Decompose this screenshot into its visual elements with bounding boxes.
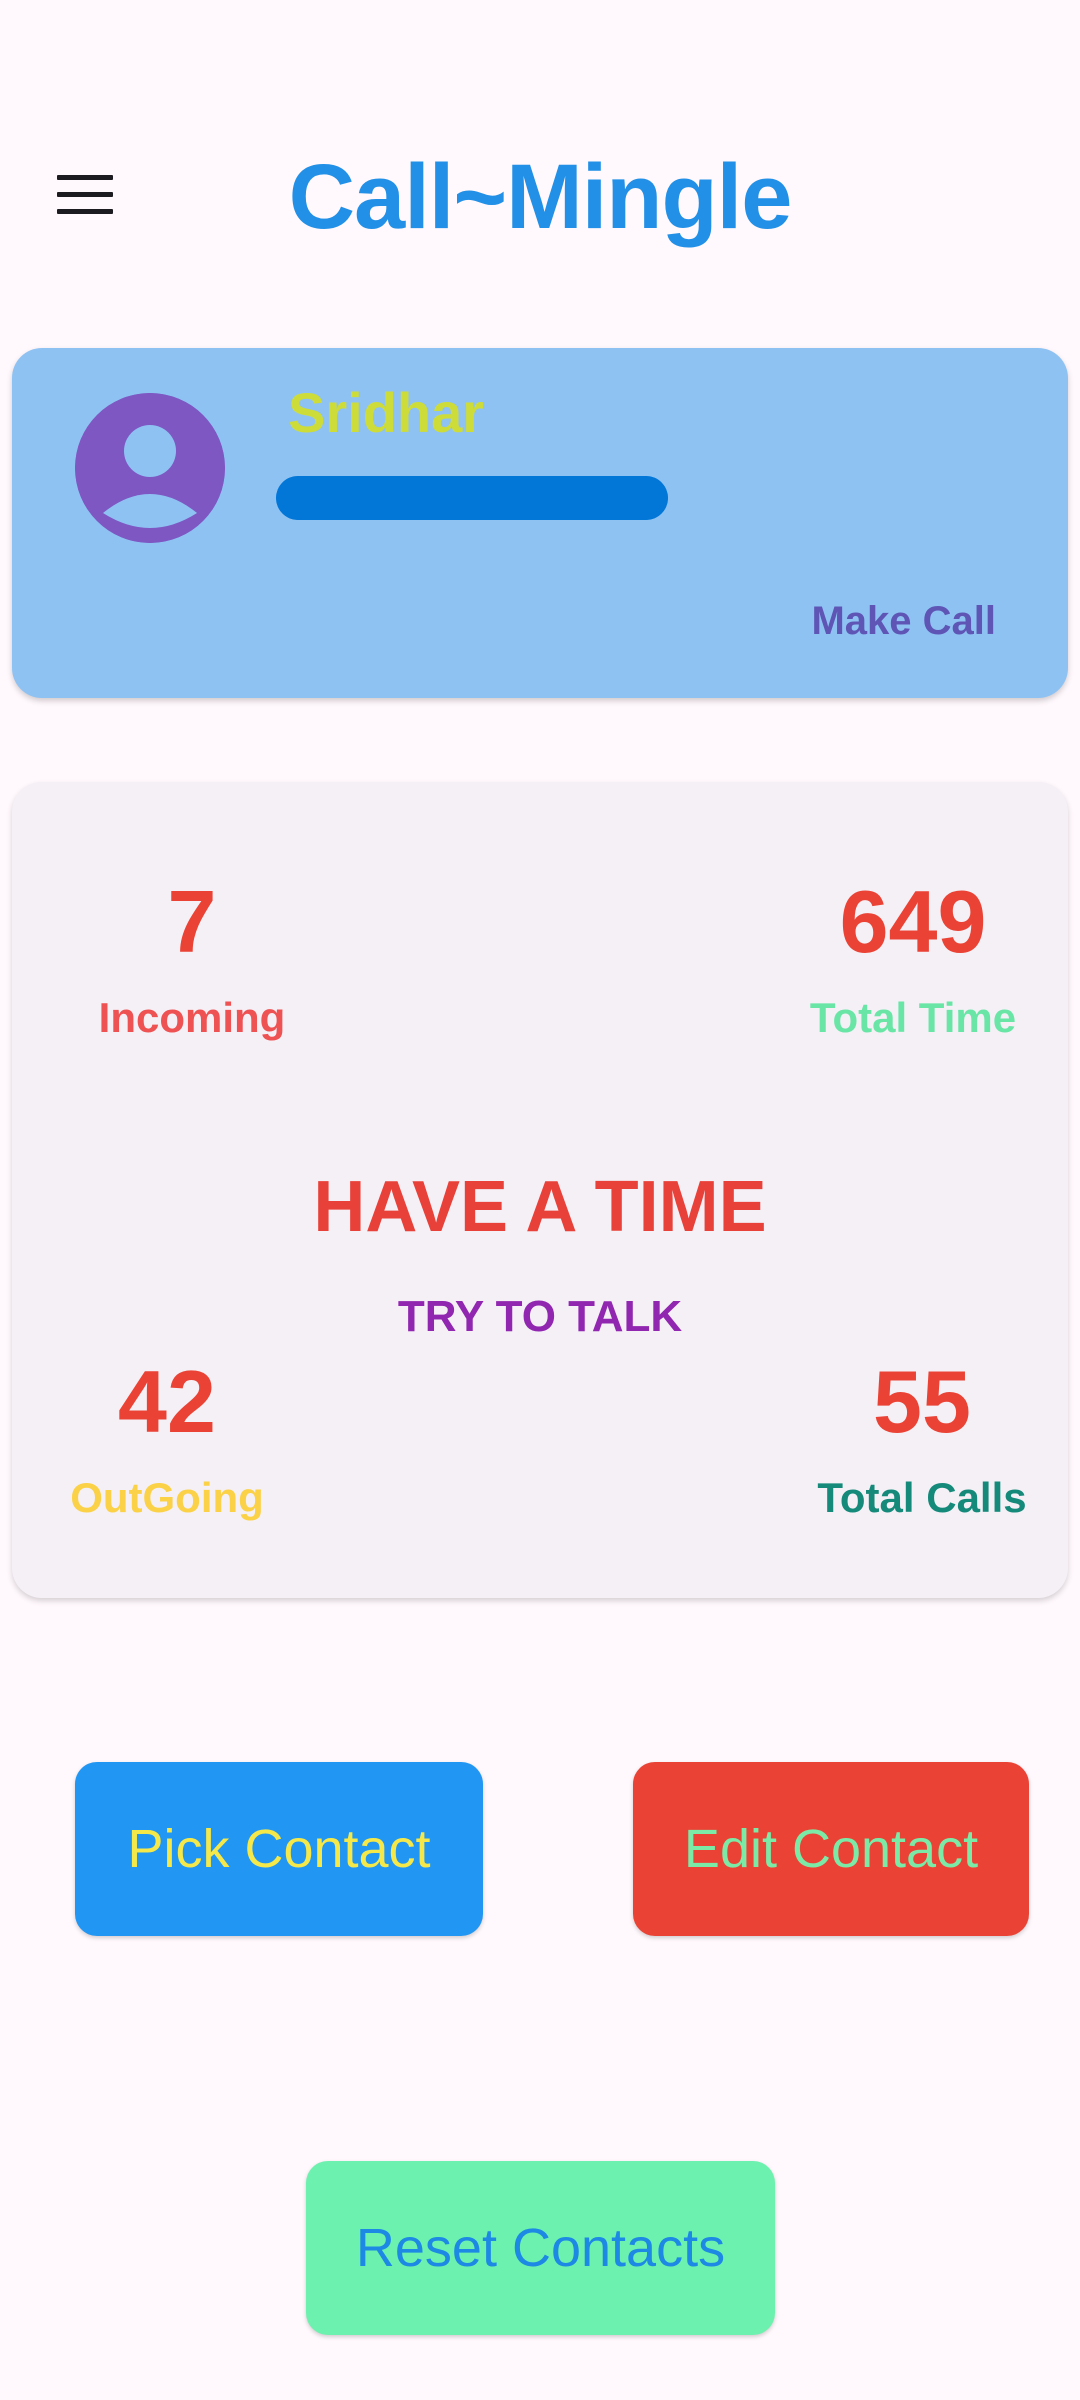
- app-title: Call~Mingle: [288, 146, 793, 248]
- make-call-button[interactable]: Make Call: [811, 596, 996, 646]
- incoming-stat: 7 Incoming: [62, 872, 322, 1044]
- profile-name: Sridhar: [288, 381, 485, 444]
- call-progress-fill: [276, 476, 668, 520]
- profile-card: Sridhar Make Call: [12, 348, 1068, 698]
- person-avatar-icon: [75, 393, 225, 543]
- edit-contact-button[interactable]: Edit Contact: [633, 1762, 1029, 1936]
- outgoing-count: 42: [118, 1352, 216, 1451]
- subtagline: TRY TO TALK: [397, 1292, 683, 1341]
- outgoing-label: OutGoing: [70, 1474, 264, 1521]
- pick-contact-button[interactable]: Pick Contact: [75, 1762, 483, 1936]
- total-time-label: Total Time: [809, 994, 1017, 1041]
- reset-contacts-button[interactable]: Reset Contacts: [306, 2161, 775, 2335]
- stats-card: 7 Incoming 649 Total Time HAVE A TIME TR…: [12, 782, 1068, 1598]
- app-bar: Call~Mingle: [0, 120, 1080, 270]
- total-calls-count: 55: [873, 1352, 971, 1451]
- status-bar: [0, 0, 1080, 120]
- tagline: HAVE A TIME: [313, 1167, 767, 1247]
- call-progress-bar: [276, 476, 668, 520]
- total-calls-label: Total Calls: [817, 1474, 1027, 1521]
- incoming-label: Incoming: [98, 994, 286, 1041]
- outgoing-stat: 42 OutGoing: [42, 1352, 292, 1524]
- total-time-value: 649: [839, 872, 987, 971]
- total-calls-stat: 55 Total Calls: [772, 1352, 1072, 1524]
- incoming-count: 7: [167, 872, 217, 971]
- total-time-stat: 649 Total Time: [758, 872, 1068, 1044]
